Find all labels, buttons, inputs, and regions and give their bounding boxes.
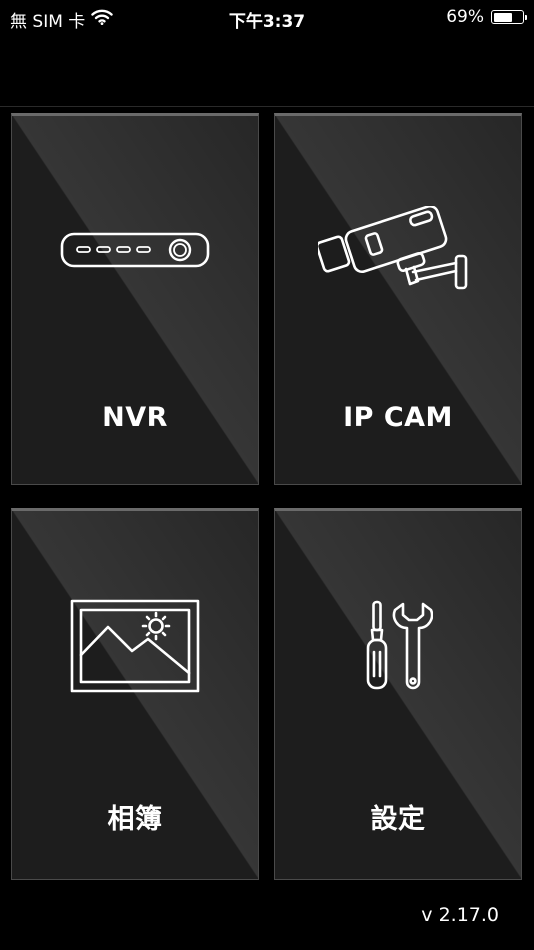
- album-tile-label: 相簿: [107, 804, 163, 835]
- battery-fill: [493, 12, 513, 22]
- version-label: v 2.17.0: [421, 904, 499, 926]
- status-right: 69%: [446, 7, 527, 27]
- nvr-tile-label: NVR: [102, 402, 168, 433]
- battery-percent: 69%: [446, 7, 484, 27]
- photo-album-icon: [12, 591, 258, 701]
- battery-icon: [491, 10, 527, 24]
- nvr-tile-button[interactable]: NVR: [11, 113, 259, 485]
- tools-settings-icon: [275, 591, 521, 701]
- status-bar: 無 SIM 卡 下午3:37 69%: [0, 0, 534, 36]
- ipcam-tile-button[interactable]: IP CAM: [274, 113, 522, 485]
- navigation-bar: [0, 36, 534, 107]
- battery-nub: [524, 14, 527, 20]
- settings-tile-label: 設定: [370, 804, 426, 835]
- security-camera-icon: [275, 196, 521, 306]
- nvr-recorder-icon: [12, 196, 258, 306]
- album-tile-button[interactable]: 相簿: [11, 508, 259, 880]
- ipcam-tile-label: IP CAM: [343, 402, 453, 433]
- settings-tile-button[interactable]: 設定: [274, 508, 522, 880]
